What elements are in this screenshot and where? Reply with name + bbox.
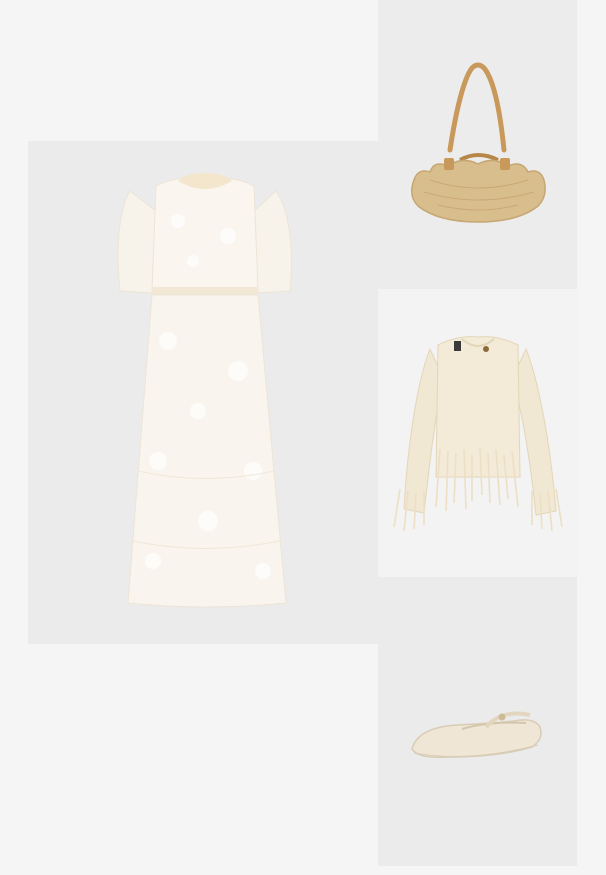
dress-product-tile[interactable]: [28, 141, 378, 644]
cardigan-product-tile[interactable]: [378, 289, 577, 577]
bag-product-tile[interactable]: [378, 0, 577, 289]
cardigan-icon: [378, 289, 577, 577]
dress-icon: [28, 141, 378, 644]
outfit-collage: [0, 0, 606, 875]
shoe-icon: [378, 577, 577, 866]
bag-icon: [378, 0, 577, 289]
shoe-product-tile[interactable]: [378, 577, 577, 866]
